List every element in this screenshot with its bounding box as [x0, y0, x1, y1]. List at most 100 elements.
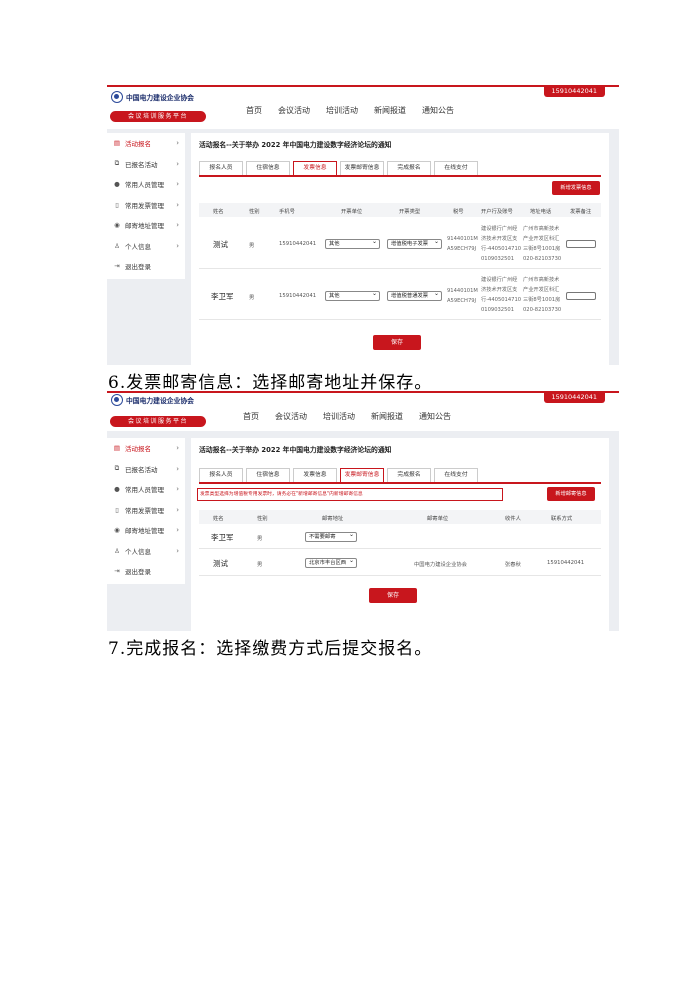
platform-badge: 会议培训服务平台: [110, 111, 206, 122]
users-icon: ●: [114, 180, 120, 189]
mail-address-select[interactable]: 北京市丰台区西: [305, 558, 357, 568]
top-bar: 15910442041 中国电力建设企业协会 会议培训服务平台 首页 会议活动 …: [107, 391, 619, 431]
tab-payment[interactable]: 在线支付: [434, 161, 478, 175]
invoice-type-select[interactable]: 增值税电子发票: [387, 239, 442, 249]
tab-invoice-mail[interactable]: 发票邮寄信息: [340, 161, 384, 175]
invoice-mail-notice: 发票类型选择为增值税专用发票时，请务必在"新增邮寄信息"内新增邮寄信息: [197, 488, 503, 501]
main-panel: 活动报名--关于举办 2022 年中国电力建设数字经济论坛的通知 报名人员 住宿…: [191, 438, 609, 631]
sidebar-item-logout[interactable]: ⇥ 退出登录: [107, 561, 185, 582]
tab-complete[interactable]: 完成报名: [387, 161, 431, 175]
location-icon: ◉: [114, 526, 120, 535]
platform-badge: 会议培训服务平台: [110, 416, 206, 427]
page-title: 活动报名--关于举办 2022 年中国电力建设数字经济论坛的通知: [199, 141, 392, 149]
sidebar-item-profile[interactable]: ♙ 个人信息 ›: [107, 541, 185, 562]
org-logo[interactable]: 中国电力建设企业协会: [111, 394, 194, 406]
chevron-right-icon: ›: [176, 444, 179, 453]
nav-meetings[interactable]: 会议活动: [275, 411, 307, 422]
chevron-right-icon: ›: [176, 241, 179, 250]
tab-bar: 报名人员 住宿信息 发票信息 发票邮寄信息 完成报名 在线支付: [199, 161, 481, 175]
bank-account: 建设银行广州经 济技术开发区支 行-4405014710 0109032501: [481, 226, 522, 262]
user-phone[interactable]: 15910442041: [543, 85, 605, 97]
nav-home[interactable]: 首页: [246, 105, 262, 116]
chevron-right-icon: ›: [176, 505, 179, 514]
sidebar-item-addresses[interactable]: ◉ 邮寄地址管理 ›: [107, 520, 185, 541]
add-invoice-button[interactable]: 新增发票信息: [552, 181, 600, 195]
save-button[interactable]: 保存: [373, 335, 421, 350]
table-row: 李卫军 男 不需要邮寄: [199, 525, 601, 549]
nav-news[interactable]: 新闻报道: [371, 411, 403, 422]
table-header: 姓名 性别 邮寄地址 邮寄单位 收件人 联系方式: [199, 510, 601, 524]
logout-icon: ⇥: [114, 262, 120, 271]
chevron-right-icon: ›: [176, 159, 179, 168]
org-name: 中国电力建设企业协会: [126, 397, 194, 405]
invoice-info-screenshot: 15910442041 中国电力建设企业协会 会议培训服务平台 首页 会议活动 …: [107, 85, 619, 365]
person-icon: ♙: [114, 546, 120, 555]
chevron-right-icon: ›: [176, 546, 179, 555]
tab-invoice[interactable]: 发票信息: [293, 468, 337, 482]
table-row: 测试 男 北京市丰台区西 中国电力建设企业协会 张春秋 15910442041: [199, 550, 601, 576]
nav-training[interactable]: 培训活动: [323, 411, 355, 422]
logout-icon: ⇥: [114, 567, 120, 576]
invoice-unit-select[interactable]: 其他: [325, 239, 380, 249]
copy-icon: ⧉: [114, 159, 120, 168]
tab-lodging[interactable]: 住宿信息: [246, 468, 290, 482]
nav-notices[interactable]: 通知公告: [419, 411, 451, 422]
user-phone[interactable]: 15910442041: [543, 391, 605, 403]
nav-training[interactable]: 培训活动: [326, 105, 358, 116]
tab-lodging[interactable]: 住宿信息: [246, 161, 290, 175]
users-icon: ●: [114, 485, 120, 494]
nav-home[interactable]: 首页: [243, 411, 259, 422]
invoice-remark-input[interactable]: [566, 240, 596, 248]
bank-account: 建设银行广州经 济技术开发区支 行-4405014710 0109032501: [481, 277, 522, 313]
doc-icon: ▤: [113, 139, 121, 148]
sidebar: ▤ 活动报名 › ⧉ 已报名活动 › ● 常用人员管理 › ▯ 常用发票管理 › ◉ 邮寄地址管理…: [107, 438, 185, 584]
sidebar-item-registered[interactable]: ⧉ 已报名活动 ›: [107, 154, 185, 175]
sidebar-item-invoices[interactable]: ▯ 常用发票管理 ›: [107, 195, 185, 216]
invoice-unit-select[interactable]: 其他: [325, 291, 380, 301]
tab-attendees[interactable]: 报名人员: [199, 468, 243, 482]
table-header: 姓名 性别 手机号 开票单位 开票类型 税号 开户行及账号 地址电话 发票备注: [199, 203, 601, 217]
page-title: 活动报名--关于举办 2022 年中国电力建设数字经济论坛的通知: [199, 446, 392, 454]
tax-number: 91440101M A59ECH79J: [447, 288, 478, 304]
add-mail-address-button[interactable]: 新增邮寄信息: [547, 487, 595, 501]
nav-meetings[interactable]: 会议活动: [278, 105, 310, 116]
nav-news[interactable]: 新闻报道: [374, 105, 406, 116]
invoice-mail-screenshot: 15910442041 中国电力建设企业协会 会议培训服务平台 首页 会议活动 …: [107, 391, 619, 631]
person-icon: ♙: [114, 241, 120, 250]
mail-address-select[interactable]: 不需要邮寄: [305, 532, 357, 542]
tab-attendees[interactable]: 报名人员: [199, 161, 243, 175]
nav-notices[interactable]: 通知公告: [422, 105, 454, 116]
top-accent-line: [107, 85, 619, 87]
file-icon: ▯: [115, 200, 119, 209]
sidebar-item-people[interactable]: ● 常用人员管理 ›: [107, 479, 185, 500]
top-bar: 15910442041 中国电力建设企业协会 会议培训服务平台 首页 会议活动 …: [107, 85, 619, 129]
sidebar-item-event-signup[interactable]: ▤ 活动报名 ›: [107, 133, 185, 154]
table-row: 测试 男 15910442041 其他 增值税电子发票 91440101MA59…: [199, 219, 601, 269]
step-6-caption: 6.发票邮寄信息：选择邮寄地址并保存。: [108, 373, 433, 393]
step-7-caption: 7.完成报名：选择缴费方式后提交报名。: [108, 639, 433, 659]
invoice-remark-input[interactable]: [566, 292, 596, 300]
chevron-right-icon: ›: [176, 200, 179, 209]
invoice-type-select[interactable]: 增值税普通发票: [387, 291, 442, 301]
sidebar-item-registered[interactable]: ⧉ 已报名活动 ›: [107, 459, 185, 480]
main-nav: 首页 会议活动 培训活动 新闻报道 通知公告: [246, 105, 470, 116]
sidebar-item-logout[interactable]: ⇥ 退出登录: [107, 256, 185, 277]
save-button[interactable]: 保存: [369, 588, 417, 603]
tab-payment[interactable]: 在线支付: [434, 468, 478, 482]
sidebar-item-addresses[interactable]: ◉ 邮寄地址管理 ›: [107, 215, 185, 236]
tab-complete[interactable]: 完成报名: [387, 468, 431, 482]
tab-invoice-mail[interactable]: 发票邮寄信息: [340, 468, 384, 482]
org-logo[interactable]: 中国电力建设企业协会: [111, 91, 194, 103]
sidebar-item-invoices[interactable]: ▯ 常用发票管理 ›: [107, 500, 185, 521]
tab-underline: [199, 482, 601, 484]
sidebar-item-profile[interactable]: ♙ 个人信息 ›: [107, 236, 185, 257]
top-accent-line: [107, 391, 619, 393]
tax-number: 91440101M A59ECH79J: [447, 236, 478, 252]
address-phone: 广州市高新技术 产业开发区科汇 三街8号1001房 020-82103730: [523, 277, 562, 313]
tab-invoice[interactable]: 发票信息: [293, 161, 337, 175]
sidebar-item-people[interactable]: ● 常用人员管理 ›: [107, 174, 185, 195]
sidebar-item-event-signup[interactable]: ▤ 活动报名 ›: [107, 438, 185, 459]
table-row: 李卫军 男 15910442041 其他 增值税普通发票 91440101MA5…: [199, 270, 601, 320]
tab-underline: [199, 175, 601, 177]
copy-icon: ⧉: [114, 464, 120, 473]
